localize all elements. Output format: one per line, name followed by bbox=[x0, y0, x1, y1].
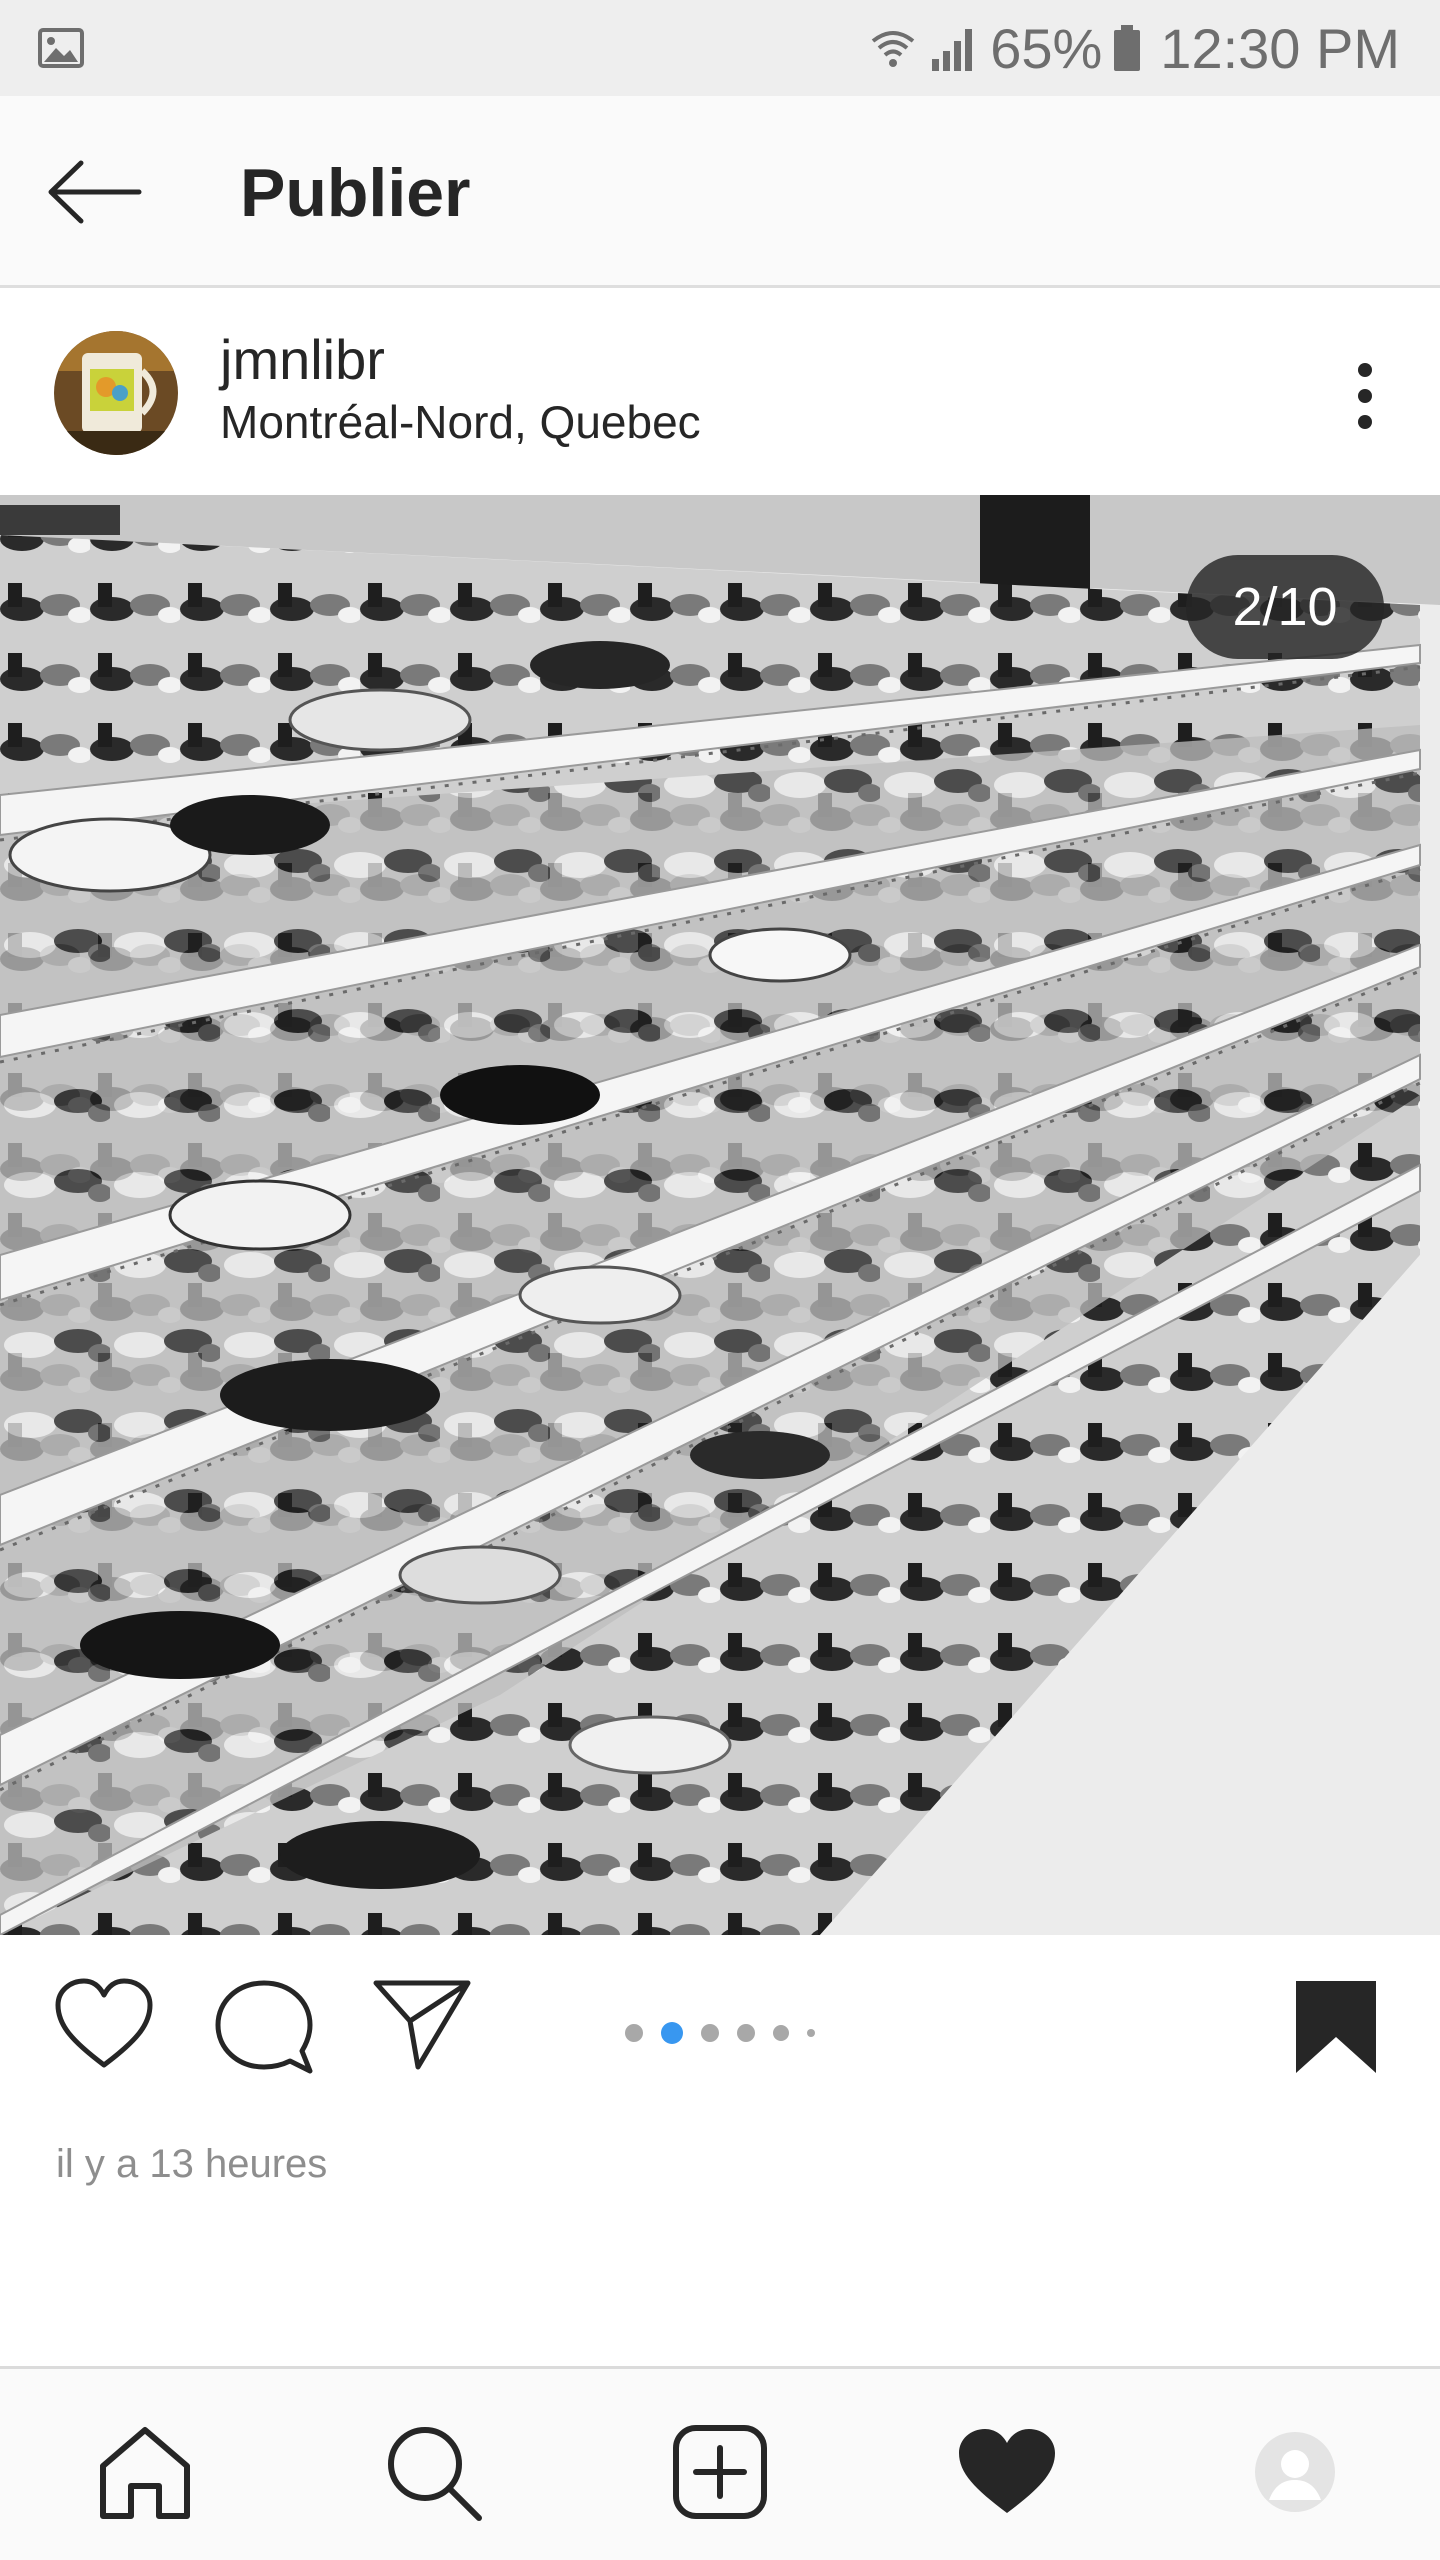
nav-add-post[interactable] bbox=[665, 2417, 775, 2527]
share-icon bbox=[373, 1980, 471, 2070]
nav-search[interactable] bbox=[378, 2417, 488, 2527]
arrow-left-icon bbox=[48, 160, 142, 224]
back-button[interactable] bbox=[40, 150, 150, 234]
status-bar: 65% 12:30 PM bbox=[0, 0, 1440, 96]
carousel-counter: 2/10 bbox=[1186, 555, 1384, 659]
heart-icon bbox=[55, 1978, 153, 2068]
post-header: jmnlibr Montréal-Nord, Quebec bbox=[0, 291, 1440, 495]
search-icon bbox=[388, 2427, 482, 2521]
more-dot bbox=[1358, 389, 1372, 403]
bookmark-icon bbox=[1296, 1981, 1376, 2073]
more-dot bbox=[1358, 363, 1372, 377]
home-icon bbox=[100, 2427, 190, 2519]
post-timestamp: il y a 13 heures bbox=[56, 2142, 328, 2186]
add-post-icon bbox=[673, 2425, 767, 2519]
page-title: Publier bbox=[240, 155, 471, 231]
post-location[interactable]: Montréal-Nord, Quebec bbox=[220, 395, 701, 449]
carousel-dot bbox=[625, 2024, 643, 2042]
wifi-icon bbox=[871, 31, 915, 67]
post-username[interactable]: jmnlibr bbox=[220, 327, 385, 392]
profile-icon bbox=[1255, 2432, 1335, 2512]
nav-home[interactable] bbox=[90, 2417, 200, 2527]
comment-icon bbox=[215, 1980, 313, 2074]
app-header: Publier bbox=[0, 96, 1440, 288]
share-button[interactable] bbox=[372, 1977, 472, 2078]
nav-activity[interactable] bbox=[952, 2417, 1062, 2527]
carousel-dot bbox=[773, 2025, 789, 2041]
post-photo[interactable] bbox=[0, 495, 1440, 1935]
carousel-dot bbox=[737, 2024, 755, 2042]
carousel-dot-active bbox=[661, 2022, 683, 2044]
gallery-icon bbox=[38, 28, 84, 68]
like-button[interactable] bbox=[52, 1977, 156, 2078]
shoe-shelves-image bbox=[0, 495, 1440, 1935]
signal-icon bbox=[932, 29, 973, 71]
avatar-image bbox=[54, 331, 178, 455]
comment-button[interactable] bbox=[214, 1977, 314, 2082]
bottom-navigation bbox=[0, 2366, 1440, 2560]
carousel-dot bbox=[701, 2024, 719, 2042]
activity-heart-icon bbox=[959, 2429, 1055, 2513]
battery-icon bbox=[1114, 25, 1141, 71]
battery-percent: 65% bbox=[990, 16, 1103, 80]
post-actions bbox=[0, 1935, 1440, 2121]
avatar[interactable] bbox=[54, 331, 178, 455]
more-dot bbox=[1358, 415, 1372, 429]
save-button[interactable] bbox=[1294, 1979, 1378, 2080]
more-options-button[interactable] bbox=[1330, 351, 1400, 441]
nav-profile[interactable] bbox=[1240, 2417, 1350, 2527]
carousel-dot bbox=[807, 2029, 815, 2037]
clock: 12:30 PM bbox=[1160, 16, 1400, 80]
